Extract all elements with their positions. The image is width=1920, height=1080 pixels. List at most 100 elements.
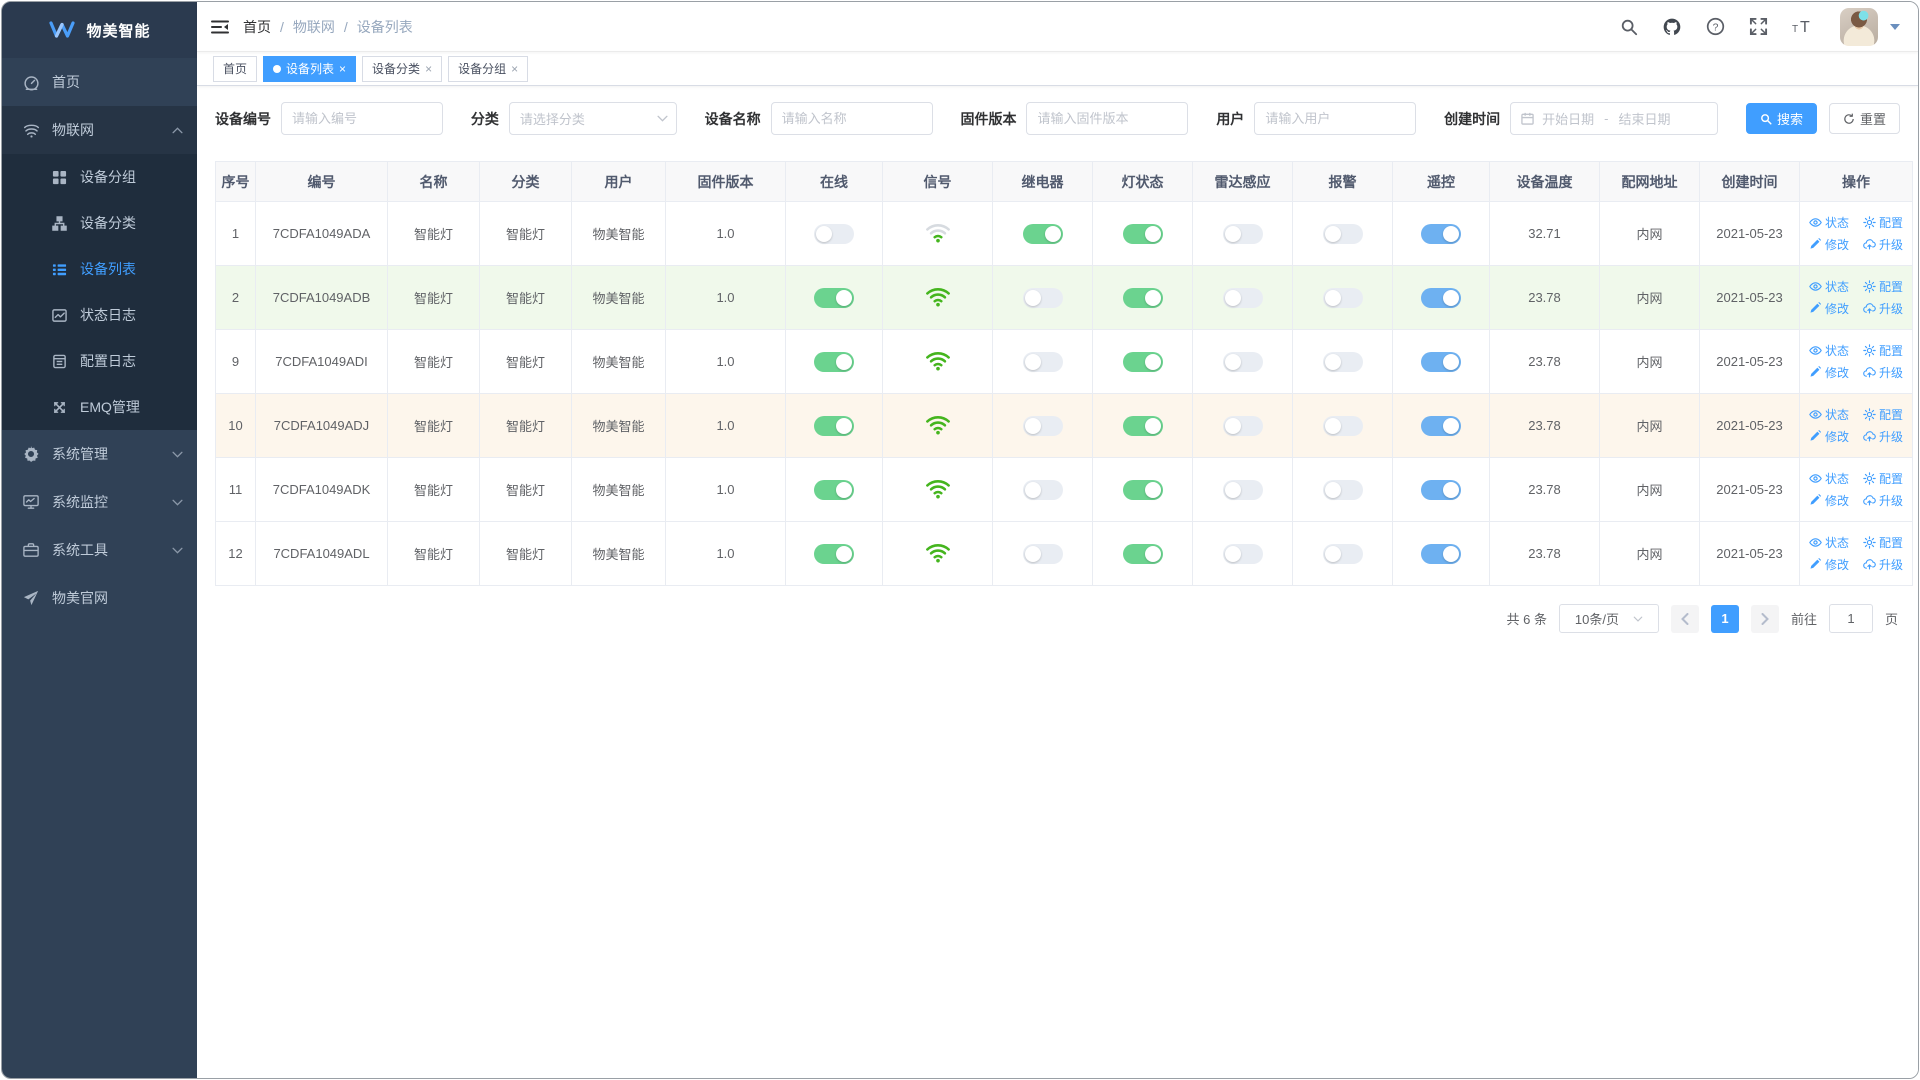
action-config-link[interactable]: 配置: [1863, 278, 1903, 295]
online-toggle[interactable]: [814, 351, 854, 372]
device-no-input[interactable]: [281, 102, 443, 135]
close-icon[interactable]: ×: [425, 63, 432, 75]
relay-toggle[interactable]: [1022, 543, 1063, 564]
sidebar-item-system-tools[interactable]: 系统工具: [2, 526, 197, 574]
remote-toggle[interactable]: [1421, 223, 1461, 244]
radar-toggle[interactable]: [1222, 415, 1263, 436]
action-edit-link[interactable]: 修改: [1809, 300, 1849, 317]
alarm-toggle[interactable]: [1322, 543, 1363, 564]
tab-device-category[interactable]: 设备分类 ×: [362, 55, 443, 82]
action-status-link[interactable]: 状态: [1809, 342, 1849, 359]
action-status-link[interactable]: 状态: [1809, 214, 1849, 231]
action-edit-link[interactable]: 修改: [1809, 556, 1849, 573]
online-toggle[interactable]: [814, 287, 854, 308]
action-status-link[interactable]: 状态: [1809, 534, 1849, 551]
sidebar-item-config-log[interactable]: 配置日志: [2, 338, 197, 384]
light-toggle[interactable]: [1122, 415, 1163, 436]
device-name-input[interactable]: [770, 102, 933, 135]
action-upgrade-link[interactable]: 升级: [1863, 300, 1903, 317]
online-toggle[interactable]: [814, 479, 854, 500]
close-icon[interactable]: ×: [511, 63, 518, 75]
breadcrumb-item[interactable]: 首页: [243, 17, 271, 37]
alarm-toggle[interactable]: [1322, 223, 1363, 244]
sidebar-item-device-group[interactable]: 设备分组: [2, 154, 197, 200]
goto-page-input[interactable]: [1828, 604, 1873, 633]
reset-button[interactable]: 重置: [1828, 103, 1900, 134]
radar-toggle[interactable]: [1222, 223, 1263, 244]
remote-toggle[interactable]: [1421, 287, 1461, 308]
alarm-toggle[interactable]: [1322, 415, 1363, 436]
relay-toggle[interactable]: [1022, 415, 1063, 436]
sidebar-item-system-monitor[interactable]: 系统监控: [2, 478, 197, 526]
date-range-input[interactable]: 开始日期 - 结束日期: [1510, 102, 1719, 135]
alarm-toggle[interactable]: [1322, 479, 1363, 500]
page-size-select[interactable]: 10条/页: [1558, 604, 1659, 633]
action-status-link[interactable]: 状态: [1809, 278, 1849, 295]
user-menu-caret-icon[interactable]: [1890, 23, 1900, 30]
light-toggle[interactable]: [1122, 479, 1163, 500]
alarm-toggle[interactable]: [1322, 287, 1363, 308]
light-toggle[interactable]: [1122, 543, 1163, 564]
action-config-link[interactable]: 配置: [1863, 534, 1903, 551]
sidebar-item-status-log[interactable]: 状态日志: [2, 292, 197, 338]
prev-page-button[interactable]: [1670, 604, 1699, 633]
action-edit-link[interactable]: 修改: [1809, 236, 1849, 253]
relay-toggle[interactable]: [1022, 479, 1063, 500]
next-page-button[interactable]: [1750, 604, 1779, 633]
light-toggle[interactable]: [1122, 223, 1163, 244]
logo[interactable]: 物美智能: [2, 2, 197, 58]
relay-toggle[interactable]: [1022, 351, 1063, 372]
sidebar-item-device-category[interactable]: 设备分类: [2, 200, 197, 246]
radar-toggle[interactable]: [1222, 351, 1263, 372]
radar-toggle[interactable]: [1222, 479, 1263, 500]
light-toggle[interactable]: [1122, 287, 1163, 308]
remote-toggle[interactable]: [1421, 351, 1461, 372]
action-config-link[interactable]: 配置: [1863, 342, 1903, 359]
sidebar-item-device-list[interactable]: 设备列表: [2, 246, 197, 292]
font-size-icon[interactable]: TT: [1792, 18, 1816, 36]
sidebar-toggle-icon[interactable]: [211, 19, 229, 35]
action-upgrade-link[interactable]: 升级: [1863, 236, 1903, 253]
sidebar-item-system-manage[interactable]: 系统管理: [2, 430, 197, 478]
tab-device-list[interactable]: 设备列表 ×: [263, 55, 357, 82]
help-icon[interactable]: ?: [1706, 17, 1725, 36]
user-input[interactable]: [1254, 102, 1417, 135]
breadcrumb-item[interactable]: 物联网: [293, 17, 335, 37]
action-config-link[interactable]: 配置: [1863, 214, 1903, 231]
relay-toggle[interactable]: [1022, 287, 1063, 308]
remote-toggle[interactable]: [1421, 415, 1461, 436]
action-upgrade-link[interactable]: 升级: [1863, 492, 1903, 509]
page-number-button[interactable]: 1: [1710, 604, 1739, 633]
online-toggle[interactable]: [814, 543, 854, 564]
sidebar-item-official-site[interactable]: 物美官网: [2, 574, 197, 622]
tab-home[interactable]: 首页: [213, 55, 258, 82]
action-status-link[interactable]: 状态: [1809, 406, 1849, 423]
sidebar-item-home[interactable]: 首页: [2, 58, 197, 106]
remote-toggle[interactable]: [1421, 479, 1461, 500]
fullscreen-icon[interactable]: [1749, 17, 1768, 36]
action-edit-link[interactable]: 修改: [1809, 364, 1849, 381]
sidebar-item-emq[interactable]: EMQ管理: [2, 384, 197, 430]
category-select[interactable]: 请选择分类: [508, 102, 677, 135]
github-icon[interactable]: [1662, 17, 1682, 37]
relay-toggle[interactable]: [1022, 223, 1063, 244]
action-status-link[interactable]: 状态: [1809, 470, 1849, 487]
firmware-input[interactable]: [1026, 102, 1189, 135]
remote-toggle[interactable]: [1421, 543, 1461, 564]
online-toggle[interactable]: [814, 223, 854, 244]
search-button[interactable]: 搜索: [1745, 103, 1817, 134]
online-toggle[interactable]: [814, 415, 854, 436]
action-edit-link[interactable]: 修改: [1809, 492, 1849, 509]
alarm-toggle[interactable]: [1322, 351, 1363, 372]
action-upgrade-link[interactable]: 升级: [1863, 428, 1903, 445]
action-upgrade-link[interactable]: 升级: [1863, 364, 1903, 381]
action-edit-link[interactable]: 修改: [1809, 428, 1849, 445]
search-icon[interactable]: [1620, 18, 1638, 36]
action-upgrade-link[interactable]: 升级: [1863, 556, 1903, 573]
action-config-link[interactable]: 配置: [1863, 406, 1903, 423]
light-toggle[interactable]: [1122, 351, 1163, 372]
action-config-link[interactable]: 配置: [1863, 470, 1903, 487]
close-icon[interactable]: ×: [339, 63, 346, 75]
tab-device-group[interactable]: 设备分组 ×: [448, 55, 529, 82]
sidebar-item-iot[interactable]: 物联网: [2, 106, 197, 154]
